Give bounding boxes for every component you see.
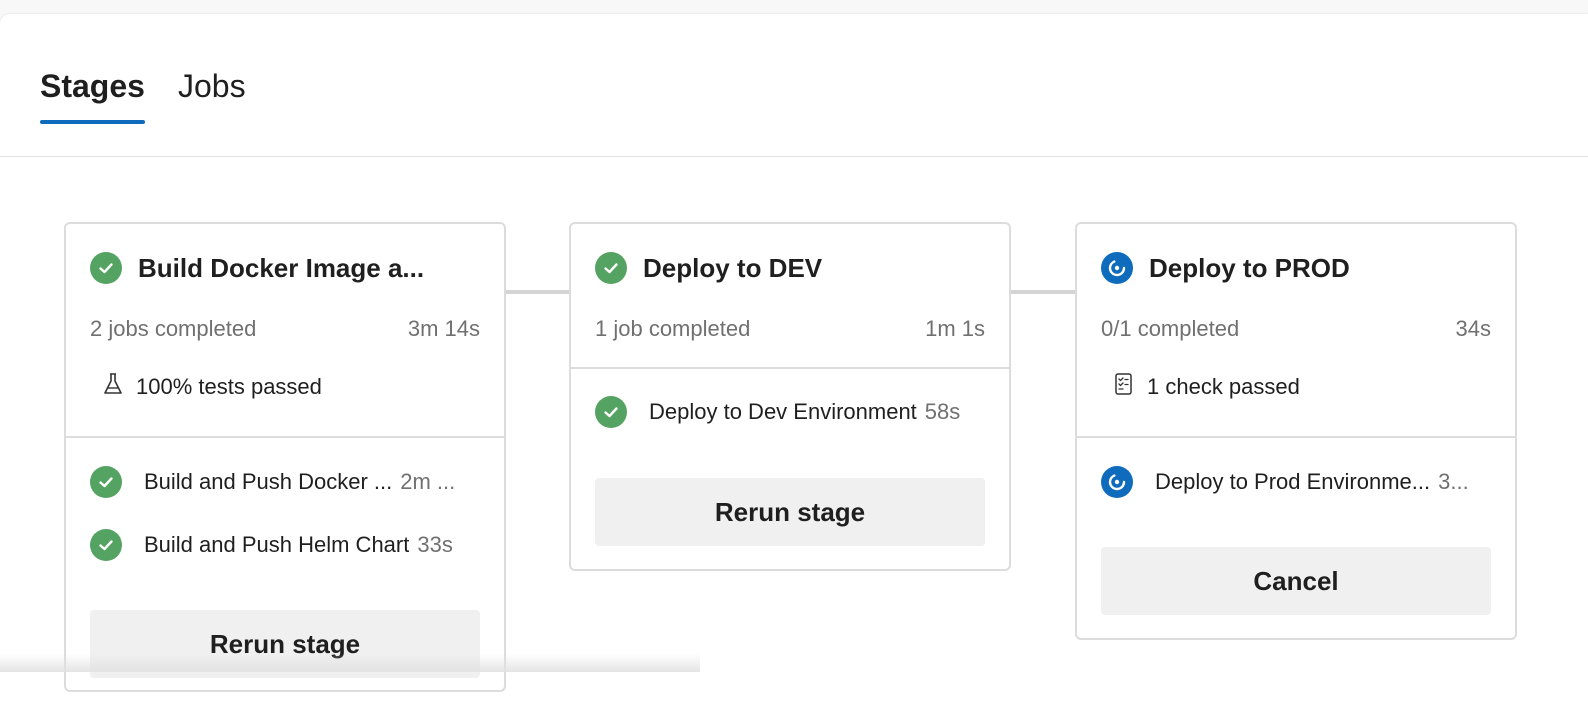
success-check-icon [595,396,627,428]
job-duration: 2m ... [400,469,456,494]
job-row[interactable]: Build and Push Helm Chart 33s [90,528,480,562]
job-name: Deploy to Prod Environme... [1155,469,1431,494]
stage-duration: 34s [1455,316,1491,341]
tests-summary[interactable]: 100% tests passed [102,372,480,402]
job-name: Deploy to Dev Environment [649,399,917,424]
rerun-stage-button[interactable]: Rerun stage [595,478,985,546]
job-duration: 58s [924,399,961,424]
success-check-icon [90,466,122,498]
stage-header: Build Docker Image a... [90,250,480,286]
stage-header: Deploy to DEV [595,250,985,286]
success-check-icon [90,252,122,284]
tests-summary-text: 100% tests passed [136,374,322,399]
success-check-icon [90,529,122,561]
divider [1077,436,1515,438]
stage-connector [1010,290,1076,294]
stage-summary-text: 0/1 completed [1101,316,1240,341]
checks-summary[interactable]: 1 check passed [1113,372,1491,402]
stage-duration: 3m 14s [407,316,480,341]
job-name: Build and Push Helm Chart [144,532,410,557]
stage-summary: 1 job completed 1m 1s [595,314,985,344]
job-row[interactable]: Build and Push Docker ... 2m ... [90,465,480,499]
stage-summary-text: 2 jobs completed [90,316,257,341]
stage-card-deploy-dev[interactable]: Deploy to DEV 1 job completed 1m 1s Depl… [569,222,1011,571]
job-name: Build and Push Docker ... [144,469,393,494]
checklist-icon [1113,372,1135,402]
in-progress-icon [1101,466,1133,498]
job-row[interactable]: Deploy to Prod Environme... 3... [1101,465,1491,499]
divider [571,367,1009,369]
scroll-shadow [0,654,700,672]
success-check-icon [595,252,627,284]
tab-jobs[interactable]: Jobs [178,68,246,124]
divider [66,436,504,438]
stage-title: Deploy to DEV [643,252,823,283]
stage-header: Deploy to PROD [1101,250,1491,286]
stage-duration: 1m 1s [925,316,985,341]
tab-stages[interactable]: Stages [40,68,145,124]
stage-summary: 2 jobs completed 3m 14s [90,314,480,344]
job-duration: 3... [1438,469,1469,494]
in-progress-icon [1101,252,1133,284]
stage-card-deploy-prod[interactable]: Deploy to PROD 0/1 completed 34s 1 check… [1075,222,1517,640]
stage-card-build[interactable]: Build Docker Image a... 2 jobs completed… [64,222,506,692]
stage-summary: 0/1 completed 34s [1101,314,1491,344]
stage-summary-text: 1 job completed [595,316,751,341]
job-row[interactable]: Deploy to Dev Environment 58s [595,395,985,429]
tab-bar: Stages Jobs [0,14,1588,157]
checks-summary-text: 1 check passed [1147,374,1300,399]
flask-icon [102,372,124,402]
stage-title: Build Docker Image a... [138,252,425,283]
stage-connector [505,290,570,294]
stage-title: Deploy to PROD [1149,252,1350,283]
cancel-button[interactable]: Cancel [1101,547,1491,615]
pipeline-run-panel: Stages Jobs Build Docker Image a... 2 jo… [0,14,1588,714]
job-duration: 33s [417,532,453,557]
